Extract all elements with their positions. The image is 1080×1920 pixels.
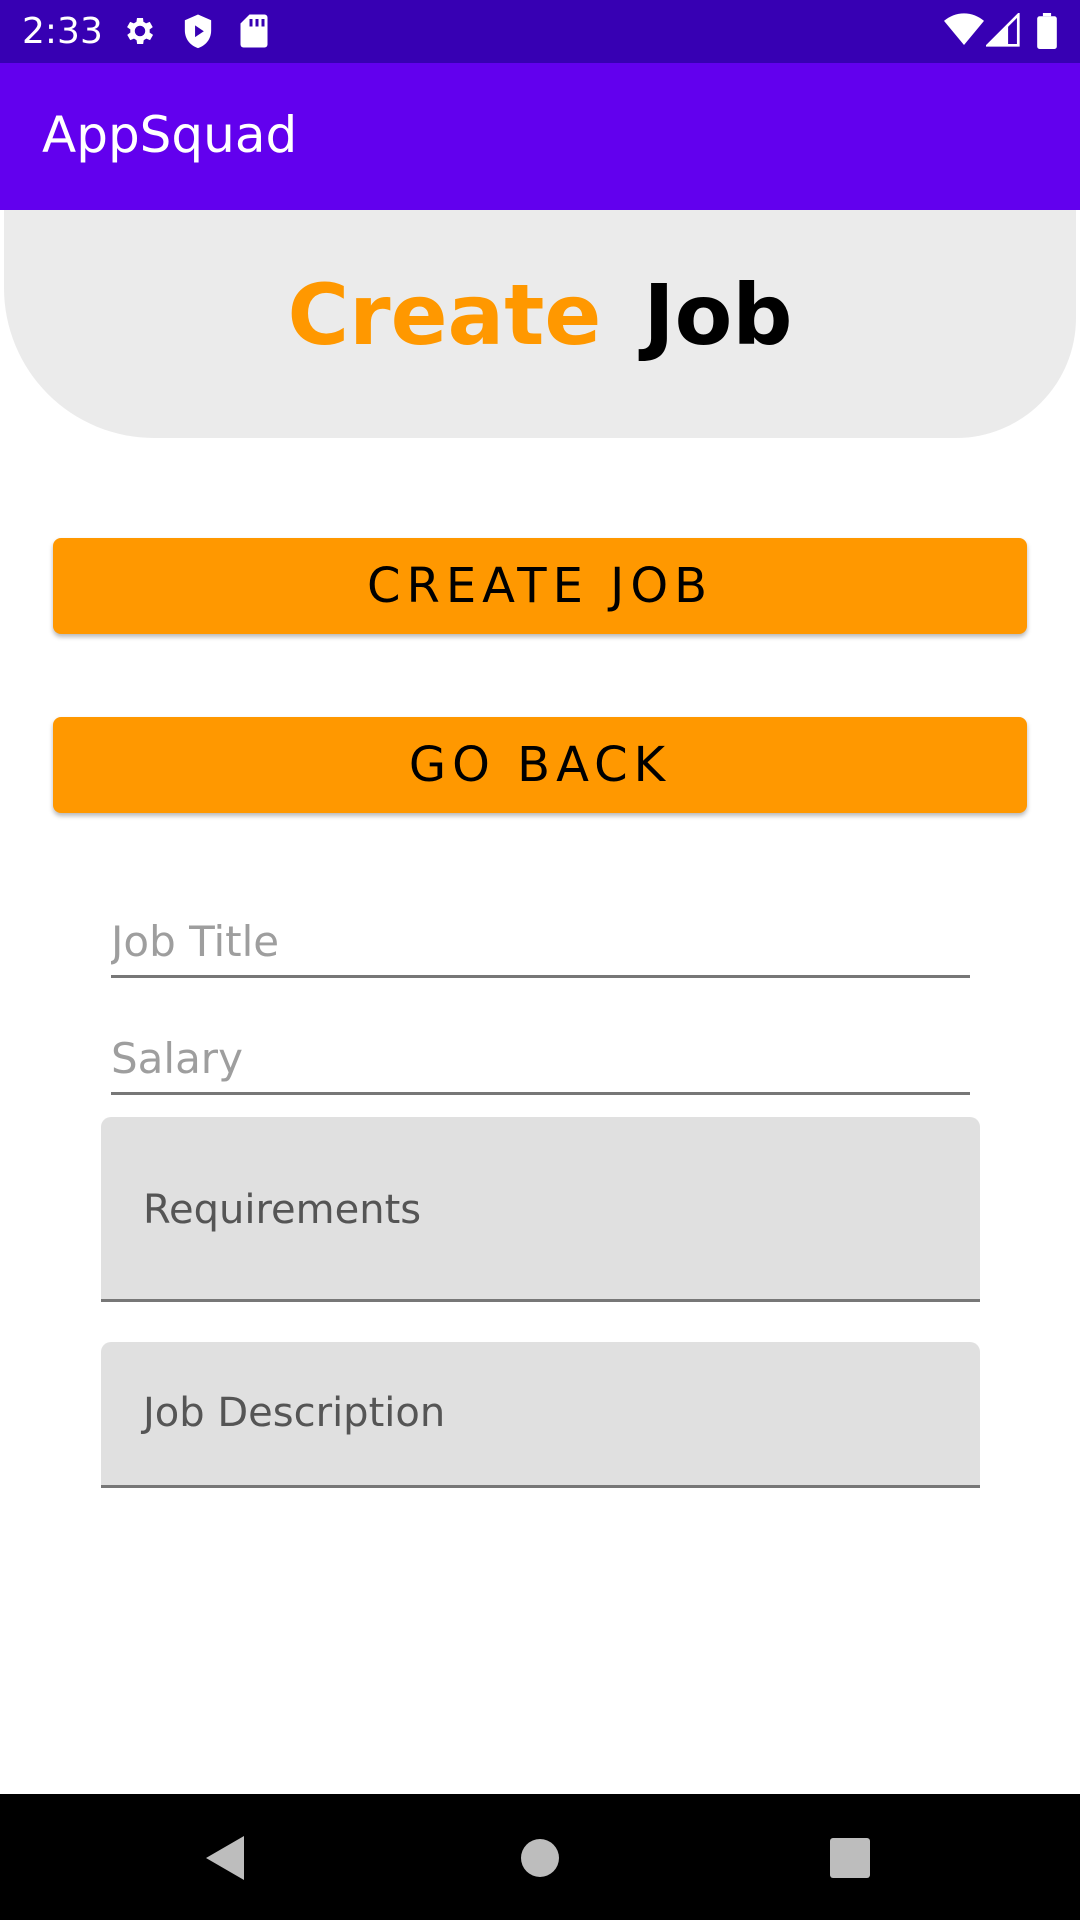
salary-input[interactable] <box>111 1025 970 1095</box>
job-description-label: Job Description <box>143 1390 446 1436</box>
sd-card-icon <box>238 13 270 51</box>
go-back-button[interactable]: GO BACK <box>53 717 1027 813</box>
back-triangle-icon[interactable] <box>198 1830 254 1886</box>
recents-square-icon[interactable] <box>822 1830 878 1886</box>
screen: 2:33 AppSquad Create Job CREATE JOB GO BA… <box>0 0 1080 1920</box>
shield-play-icon <box>180 13 216 51</box>
page-title-word-create: Create <box>287 266 602 364</box>
home-circle-icon[interactable] <box>512 1830 568 1886</box>
create-job-button[interactable]: CREATE JOB <box>53 538 1027 634</box>
status-time: 2:33 <box>22 11 103 52</box>
page-title: Create Job <box>4 260 1076 370</box>
battery-icon <box>1036 13 1058 51</box>
signal-icon <box>986 13 1020 51</box>
job-description-field[interactable]: Job Description <box>101 1342 980 1488</box>
header-card: Create Job <box>4 210 1076 438</box>
page-title-word-job: Job <box>643 266 793 364</box>
status-bar: 2:33 <box>0 0 1080 63</box>
gear-icon <box>122 13 158 51</box>
app-bar: AppSquad <box>0 63 1080 210</box>
wifi-icon <box>944 13 984 51</box>
requirements-label: Requirements <box>143 1187 422 1233</box>
navigation-bar <box>0 1794 1080 1920</box>
requirements-field[interactable]: Requirements <box>101 1117 980 1302</box>
job-title-input[interactable] <box>111 908 970 978</box>
app-title: AppSquad <box>42 106 298 164</box>
